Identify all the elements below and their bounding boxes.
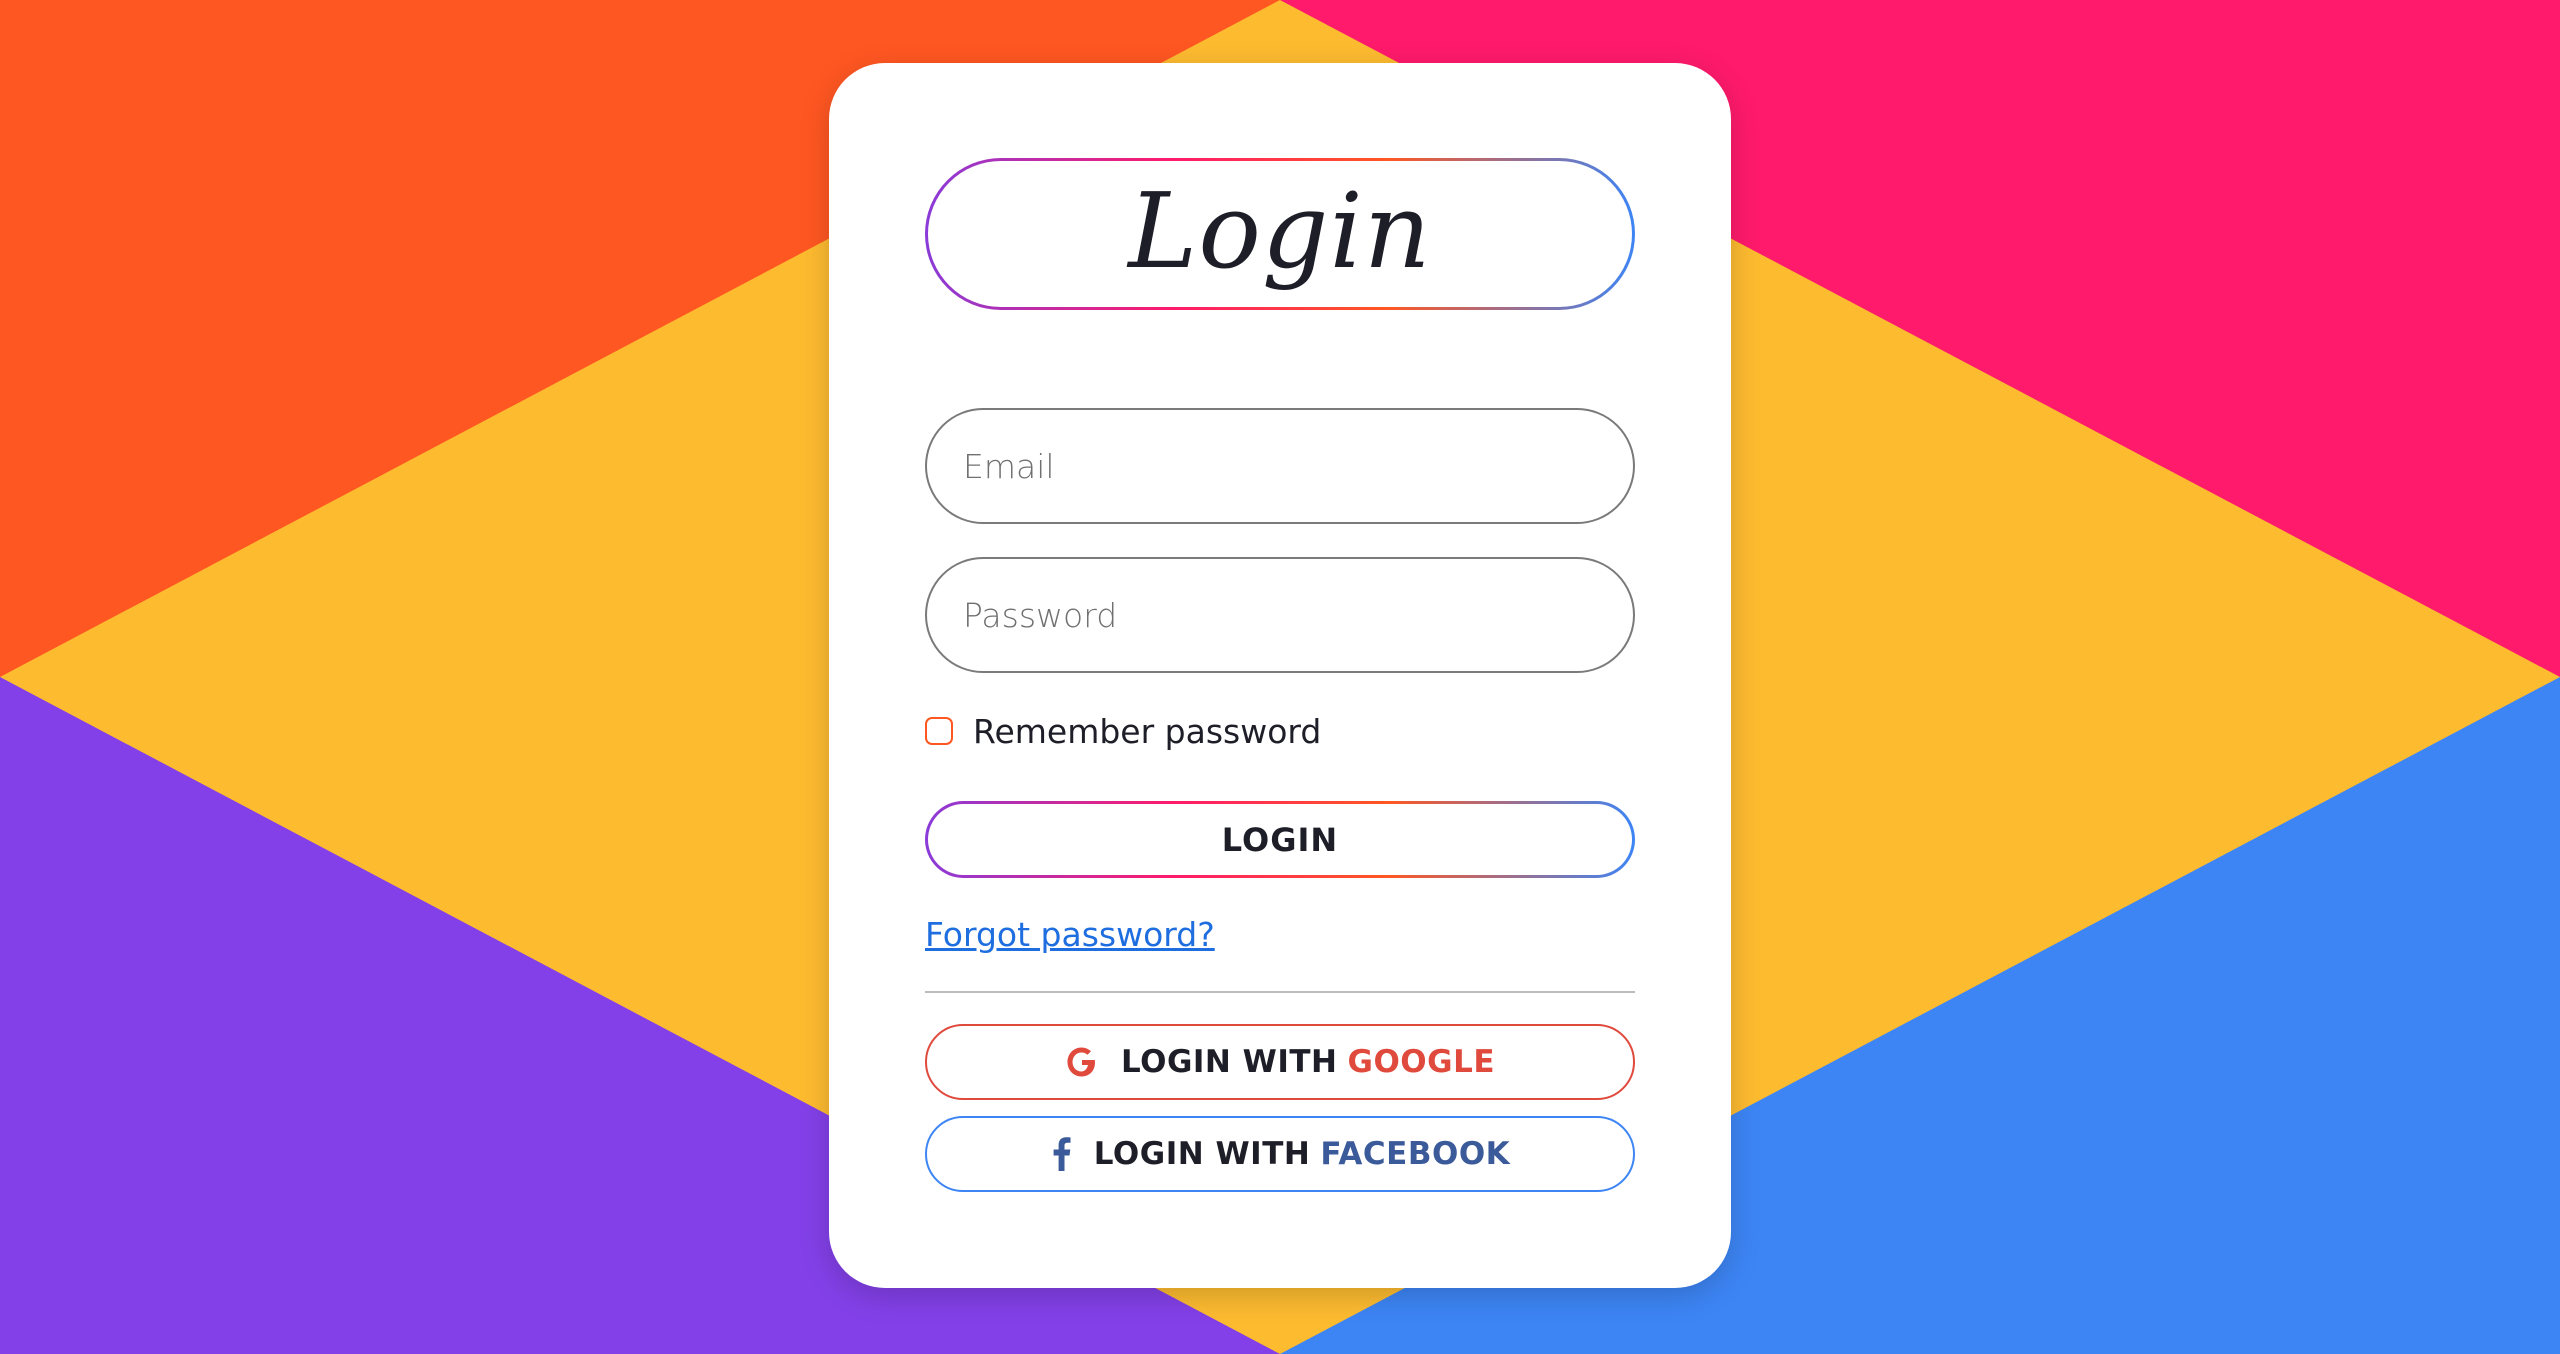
facebook-icon — [1050, 1137, 1072, 1171]
divider — [925, 991, 1635, 993]
google-brand-label: GOOGLE — [1347, 1044, 1496, 1080]
page: Login Remember password LOGIN Forgot pas… — [0, 0, 2560, 1354]
facebook-brand-label: FACEBOOK — [1320, 1136, 1511, 1172]
facebook-prefix-label: LOGIN WITH — [1093, 1136, 1311, 1172]
forgot-password-link[interactable]: Forgot password? — [925, 915, 1635, 954]
login-with-google-button[interactable]: LOGIN WITH GOOGLE — [925, 1024, 1635, 1100]
remember-checkbox[interactable] — [925, 717, 953, 745]
password-input[interactable] — [961, 594, 1585, 636]
google-prefix-label: LOGIN WITH — [1120, 1044, 1338, 1080]
login-card: Login Remember password LOGIN Forgot pas… — [829, 63, 1731, 1288]
remember-label[interactable]: Remember password — [973, 712, 1321, 751]
google-icon — [1065, 1045, 1099, 1079]
password-field-wrapper[interactable] — [925, 557, 1635, 673]
login-with-facebook-button[interactable]: LOGIN WITH FACEBOOK — [925, 1116, 1635, 1192]
login-button[interactable]: LOGIN — [925, 801, 1635, 878]
remember-password-row[interactable]: Remember password — [925, 711, 1635, 751]
email-input[interactable] — [961, 445, 1585, 487]
email-field-wrapper[interactable] — [925, 408, 1635, 524]
title-banner: Login — [925, 158, 1635, 310]
page-title: Login — [1128, 170, 1432, 292]
